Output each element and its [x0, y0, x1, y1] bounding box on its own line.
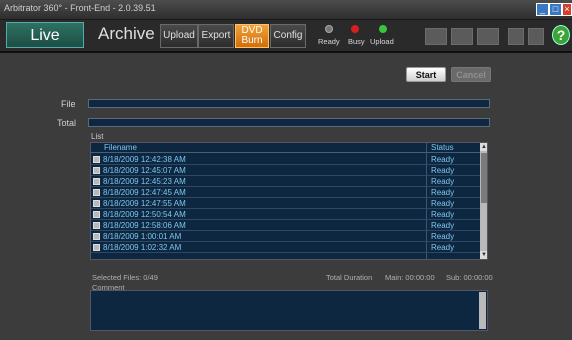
- row-status: Ready: [431, 210, 455, 219]
- scroll-thumb[interactable]: [481, 153, 487, 203]
- list-label: List: [91, 132, 104, 141]
- start-button[interactable]: Start: [406, 67, 446, 82]
- list-item[interactable]: 8/18/2009 12:42:38 AM Ready: [91, 154, 480, 165]
- row-filename: 8/18/2009 12:47:55 AM: [103, 199, 186, 208]
- export-button[interactable]: Export: [198, 24, 234, 48]
- total-label: Total: [57, 118, 77, 128]
- total-progress-bar: [88, 118, 490, 127]
- list-item[interactable]: 8/18/2009 12:45:23 AM Ready: [91, 176, 480, 187]
- prev-icon[interactable]: [508, 28, 524, 45]
- sub-duration: Sub: 00:00:00: [446, 273, 493, 282]
- row-filename: 8/18/2009 1:00:01 AM: [103, 232, 182, 241]
- help-button[interactable]: ?: [552, 25, 570, 45]
- row-checkbox[interactable]: [93, 178, 100, 185]
- camera-icon[interactable]: [425, 28, 447, 45]
- list-item[interactable]: 8/18/2009 12:45:07 AM Ready: [91, 165, 480, 176]
- window-title: Arbitrator 360° - Front-End - 2.0.39.51: [4, 3, 156, 13]
- comment-scrollbar[interactable]: [479, 292, 486, 329]
- row-filename: 8/18/2009 1:02:32 AM: [103, 243, 182, 252]
- upload-status-label: Upload: [370, 37, 394, 46]
- row-status: Ready: [431, 199, 455, 208]
- row-checkbox[interactable]: [93, 200, 100, 207]
- row-filename: 8/18/2009 12:47:45 AM: [103, 188, 186, 197]
- row-filename: 8/18/2009 12:45:07 AM: [103, 166, 186, 175]
- list-item[interactable]: 8/18/2009 12:47:55 AM Ready: [91, 198, 480, 209]
- tab-archive[interactable]: Archive: [98, 24, 155, 44]
- row-status: Ready: [431, 188, 455, 197]
- busy-label: Busy: [348, 37, 365, 46]
- file-progress-bar: [88, 99, 490, 108]
- row-checkbox[interactable]: [93, 156, 100, 163]
- row-checkbox[interactable]: [93, 211, 100, 218]
- row-status: Ready: [431, 166, 455, 175]
- list-item[interactable]: 8/18/2009 12:50:54 AM Ready: [91, 209, 480, 220]
- dvd-burn-label-line2: Burn: [241, 35, 263, 46]
- file-label: File: [61, 99, 76, 109]
- main-duration: Main: 00:00:00: [385, 273, 435, 282]
- maximize-button[interactable]: □: [549, 3, 562, 16]
- config-button[interactable]: Config: [270, 24, 306, 48]
- status-column-header[interactable]: Status: [431, 143, 454, 152]
- dvd-burn-panel: Start Cancel File Total List Filename St…: [0, 55, 572, 340]
- row-checkbox[interactable]: [93, 222, 100, 229]
- row-checkbox[interactable]: [93, 167, 100, 174]
- scroll-down-icon[interactable]: ▼: [480, 251, 487, 259]
- row-status: Ready: [431, 221, 455, 230]
- cancel-button[interactable]: Cancel: [451, 67, 491, 82]
- close-button[interactable]: ×: [562, 3, 572, 16]
- scroll-up-icon[interactable]: ▲: [480, 143, 487, 151]
- main-toolbar: Live Archive Upload Export DVD Burn Conf…: [0, 20, 572, 53]
- list-item[interactable]: 8/18/2009 1:00:01 AM Ready: [91, 231, 480, 242]
- list-item[interactable]: 8/18/2009 1:02:32 AM Ready: [91, 242, 480, 253]
- minimize-button[interactable]: _: [536, 3, 549, 16]
- row-filename: 8/18/2009 12:45:23 AM: [103, 177, 186, 186]
- filename-column-header[interactable]: Filename: [104, 143, 137, 152]
- row-filename: 8/18/2009 12:50:54 AM: [103, 210, 186, 219]
- status-indicators: Ready Busy Upload: [316, 23, 398, 49]
- busy-led-icon: [351, 25, 359, 33]
- list-header: Filename Status: [91, 143, 480, 153]
- record-icon[interactable]: [451, 28, 473, 45]
- list-scrollbar[interactable]: ▲ ▼: [480, 143, 487, 259]
- row-status: Ready: [431, 243, 455, 252]
- row-checkbox[interactable]: [93, 233, 100, 240]
- total-duration-label: Total Duration: [326, 273, 373, 282]
- dvd-burn-button[interactable]: DVD Burn: [235, 24, 269, 48]
- list-item[interactable]: 8/18/2009 12:47:45 AM Ready: [91, 187, 480, 198]
- title-bar: Arbitrator 360° - Front-End - 2.0.39.51 …: [0, 0, 572, 20]
- row-checkbox[interactable]: [93, 244, 100, 251]
- list-item[interactable]: 8/18/2009 12:58:06 AM Ready: [91, 220, 480, 231]
- ready-led-icon: [325, 25, 333, 33]
- upload-button[interactable]: Upload: [160, 24, 198, 48]
- layout-icon[interactable]: [477, 28, 499, 45]
- upload-led-icon: [379, 25, 387, 33]
- row-checkbox[interactable]: [93, 189, 100, 196]
- file-list[interactable]: Filename Status 8/18/2009 12:42:38 AM Re…: [90, 142, 488, 260]
- next-icon[interactable]: [528, 28, 544, 45]
- row-filename: 8/18/2009 12:42:38 AM: [103, 155, 186, 164]
- selected-files-count: Selected Files: 0/49: [92, 273, 158, 282]
- ready-label: Ready: [318, 37, 340, 46]
- row-status: Ready: [431, 232, 455, 241]
- tab-live[interactable]: Live: [6, 22, 84, 48]
- comment-textarea[interactable]: [90, 290, 488, 331]
- row-status: Ready: [431, 177, 455, 186]
- row-status: Ready: [431, 155, 455, 164]
- row-filename: 8/18/2009 12:58:06 AM: [103, 221, 186, 230]
